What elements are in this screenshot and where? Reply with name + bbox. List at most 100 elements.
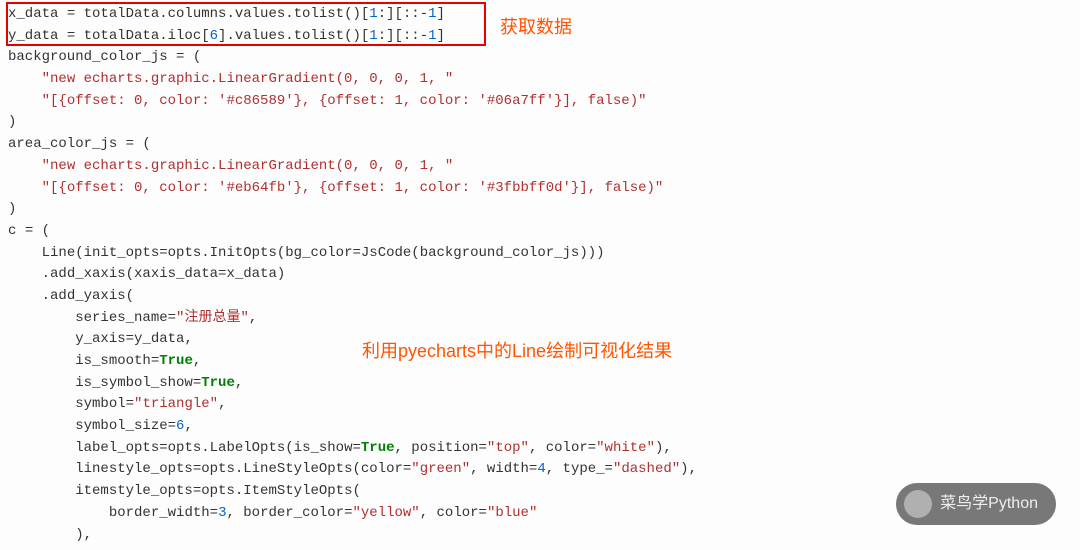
code-token: y_data	[8, 28, 67, 44]
code-token: (	[33, 223, 50, 239]
code-token: =	[352, 245, 360, 261]
code-line: series_name="注册总量",	[8, 308, 1072, 330]
code-token: 1	[369, 6, 377, 22]
code-line: is_symbol_show=True,	[8, 373, 1072, 395]
code-token: itemstyle_opts	[75, 483, 193, 499]
code-token: symbol_size	[75, 418, 167, 434]
code-token: 1	[428, 6, 436, 22]
code-token: y_axis	[75, 331, 125, 347]
code-token: =	[193, 375, 201, 391]
code-token: =	[159, 245, 167, 261]
code-token: symbol	[75, 396, 125, 412]
code-token: True	[159, 353, 193, 369]
code-line: Line(init_opts=opts.InitOpts(bg_color=Js…	[8, 243, 1072, 265]
code-token: is_symbol_show	[75, 375, 193, 391]
code-token: x_data)	[226, 266, 285, 282]
code-token: =	[67, 28, 75, 44]
code-token: =	[126, 396, 134, 412]
code-token: =	[344, 505, 352, 521]
code-token: , color	[529, 440, 588, 456]
code-token: "[{offset: 0, color: '#eb64fb'}, {offset…	[42, 180, 664, 196]
code-token: =	[126, 331, 134, 347]
code-token: =	[151, 353, 159, 369]
code-line: "[{offset: 0, color: '#eb64fb'}, {offset…	[8, 178, 1072, 200]
code-token: (	[184, 49, 201, 65]
code-token: ].values.tolist()[	[218, 28, 369, 44]
code-token: JsCode(background_color_js)))	[361, 245, 605, 261]
code-token: "[{offset: 0, color: '#c86589'}, {offset…	[42, 93, 647, 109]
code-token: "yellow"	[353, 505, 420, 521]
code-token: "triangle"	[134, 396, 218, 412]
code-token: totalData.columns.values.tolist()[	[75, 6, 369, 22]
code-token: , border_color	[226, 505, 344, 521]
annotation-get-data: 获取数据	[500, 14, 572, 42]
code-token: "blue"	[487, 505, 537, 521]
code-token: ,	[235, 375, 243, 391]
code-token: "top"	[487, 440, 529, 456]
code-line: .add_yaxis(	[8, 286, 1072, 308]
code-token: background_color_js	[8, 49, 176, 65]
code-token: =	[168, 310, 176, 326]
code-token: ]	[437, 28, 445, 44]
code-token: ,	[249, 310, 257, 326]
code-token: totalData.iloc[	[75, 28, 209, 44]
code-token: =	[159, 440, 167, 456]
code-token: 4	[537, 461, 545, 477]
code-token: =	[605, 461, 613, 477]
code-token: 6	[210, 28, 218, 44]
code-token: :][::-	[378, 6, 428, 22]
annotation-line-desc: 利用pyecharts中的Line绘制可视化结果	[362, 338, 672, 366]
code-token: "new echarts.graphic.LinearGradient(0, 0…	[42, 71, 454, 87]
code-token: area_color_js	[8, 136, 126, 152]
code-line: ),	[8, 525, 1072, 547]
code-token: c	[8, 223, 25, 239]
code-token: Line(init_opts	[42, 245, 160, 261]
code-token: True	[201, 375, 235, 391]
code-token: "white"	[596, 440, 655, 456]
code-token: x_data	[8, 6, 67, 22]
code-token: =	[193, 461, 201, 477]
code-token: border_width	[109, 505, 210, 521]
code-token: opts.InitOpts(bg_color	[168, 245, 353, 261]
code-token: =	[193, 483, 201, 499]
code-token: opts.LineStyleOpts(color	[201, 461, 403, 477]
code-token: True	[361, 440, 395, 456]
code-token: ,	[184, 418, 192, 434]
code-token: 1	[369, 28, 377, 44]
code-line: symbol="triangle",	[8, 394, 1072, 416]
code-token: y_data,	[134, 331, 193, 347]
code-token: "dashed"	[613, 461, 680, 477]
code-token: opts.ItemStyleOpts(	[201, 483, 361, 499]
code-token: label_opts	[75, 440, 159, 456]
code-token: , color	[420, 505, 479, 521]
code-token: .add_xaxis(xaxis_data	[42, 266, 218, 282]
code-line: background_color_js = (	[8, 47, 1072, 69]
code-token: ),	[680, 461, 697, 477]
code-line: area_color_js = (	[8, 134, 1072, 156]
code-token: =	[168, 418, 176, 434]
code-token: , width	[470, 461, 529, 477]
code-token: =	[25, 223, 33, 239]
code-token: is_smooth	[75, 353, 151, 369]
code-line: c = (	[8, 221, 1072, 243]
code-token: "green"	[411, 461, 470, 477]
code-line: )	[8, 112, 1072, 134]
watermark-text: 菜鸟学Python	[940, 492, 1038, 517]
code-line: linestyle_opts=opts.LineStyleOpts(color=…	[8, 459, 1072, 481]
code-token: series_name	[75, 310, 167, 326]
code-token: ),	[655, 440, 672, 456]
code-token: =	[479, 505, 487, 521]
code-line: "[{offset: 0, color: '#c86589'}, {offset…	[8, 91, 1072, 113]
code-token: linestyle_opts	[75, 461, 193, 477]
code-token: 1	[428, 28, 436, 44]
code-token: ]	[437, 6, 445, 22]
watermark-pill: 菜鸟学Python	[896, 483, 1056, 525]
code-token: .add_yaxis(	[42, 288, 134, 304]
code-block: x_data = totalData.columns.values.tolist…	[0, 0, 1080, 550]
wechat-avatar-icon	[904, 490, 932, 518]
code-line: .add_xaxis(xaxis_data=x_data)	[8, 264, 1072, 286]
code-token: opts.LabelOpts(is_show	[168, 440, 353, 456]
code-token: =	[210, 505, 218, 521]
code-token: )	[8, 201, 16, 217]
code-token: =	[352, 440, 360, 456]
